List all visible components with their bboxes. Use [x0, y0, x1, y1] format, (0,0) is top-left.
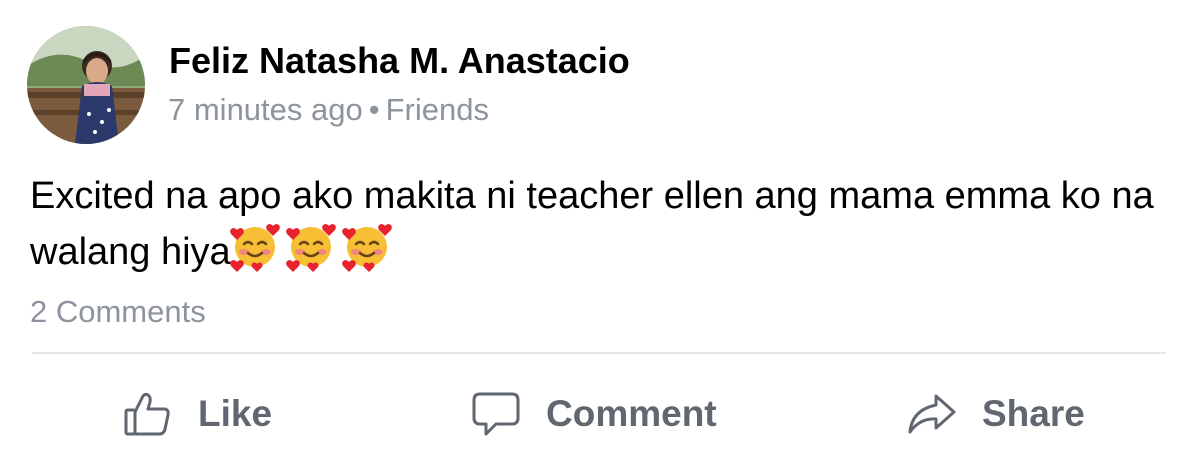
- smiling-face-with-hearts-emoji: [341, 220, 393, 272]
- comments-count-link[interactable]: 2 Comments: [30, 294, 206, 330]
- post-timestamp[interactable]: 7 minutes ago: [168, 92, 363, 127]
- meta-separator: •: [368, 92, 380, 127]
- divider: [32, 352, 1166, 354]
- post-text-content: Excited na apo ako makita ni teacher ell…: [30, 175, 1154, 273]
- emoji-row: [229, 220, 397, 284]
- share-label: Share: [982, 393, 1085, 434]
- smiling-face-with-hearts-emoji: [285, 220, 337, 272]
- post-meta: 7 minutes ago • Friends: [168, 92, 489, 128]
- like-button[interactable]: Like: [122, 384, 272, 444]
- share-button[interactable]: Share: [906, 384, 1085, 444]
- audience-label[interactable]: Friends: [386, 92, 489, 127]
- post-text: Excited na apo ako makita ni teacher ell…: [30, 172, 1170, 284]
- avatar-photo: [27, 26, 145, 144]
- thumbs-up-icon: [122, 388, 174, 440]
- like-label: Like: [198, 393, 273, 434]
- comment-label: Comment: [546, 393, 717, 434]
- share-arrow-icon: [906, 388, 958, 440]
- avatar[interactable]: [27, 26, 145, 144]
- comment-button[interactable]: Comment: [470, 384, 717, 444]
- author-name[interactable]: Feliz Natasha M. Anastacio: [169, 40, 630, 82]
- smiling-face-with-hearts-emoji: [229, 220, 281, 272]
- speech-bubble-icon: [470, 388, 522, 440]
- post-card: Feliz Natasha M. Anastacio 7 minutes ago…: [0, 0, 1200, 469]
